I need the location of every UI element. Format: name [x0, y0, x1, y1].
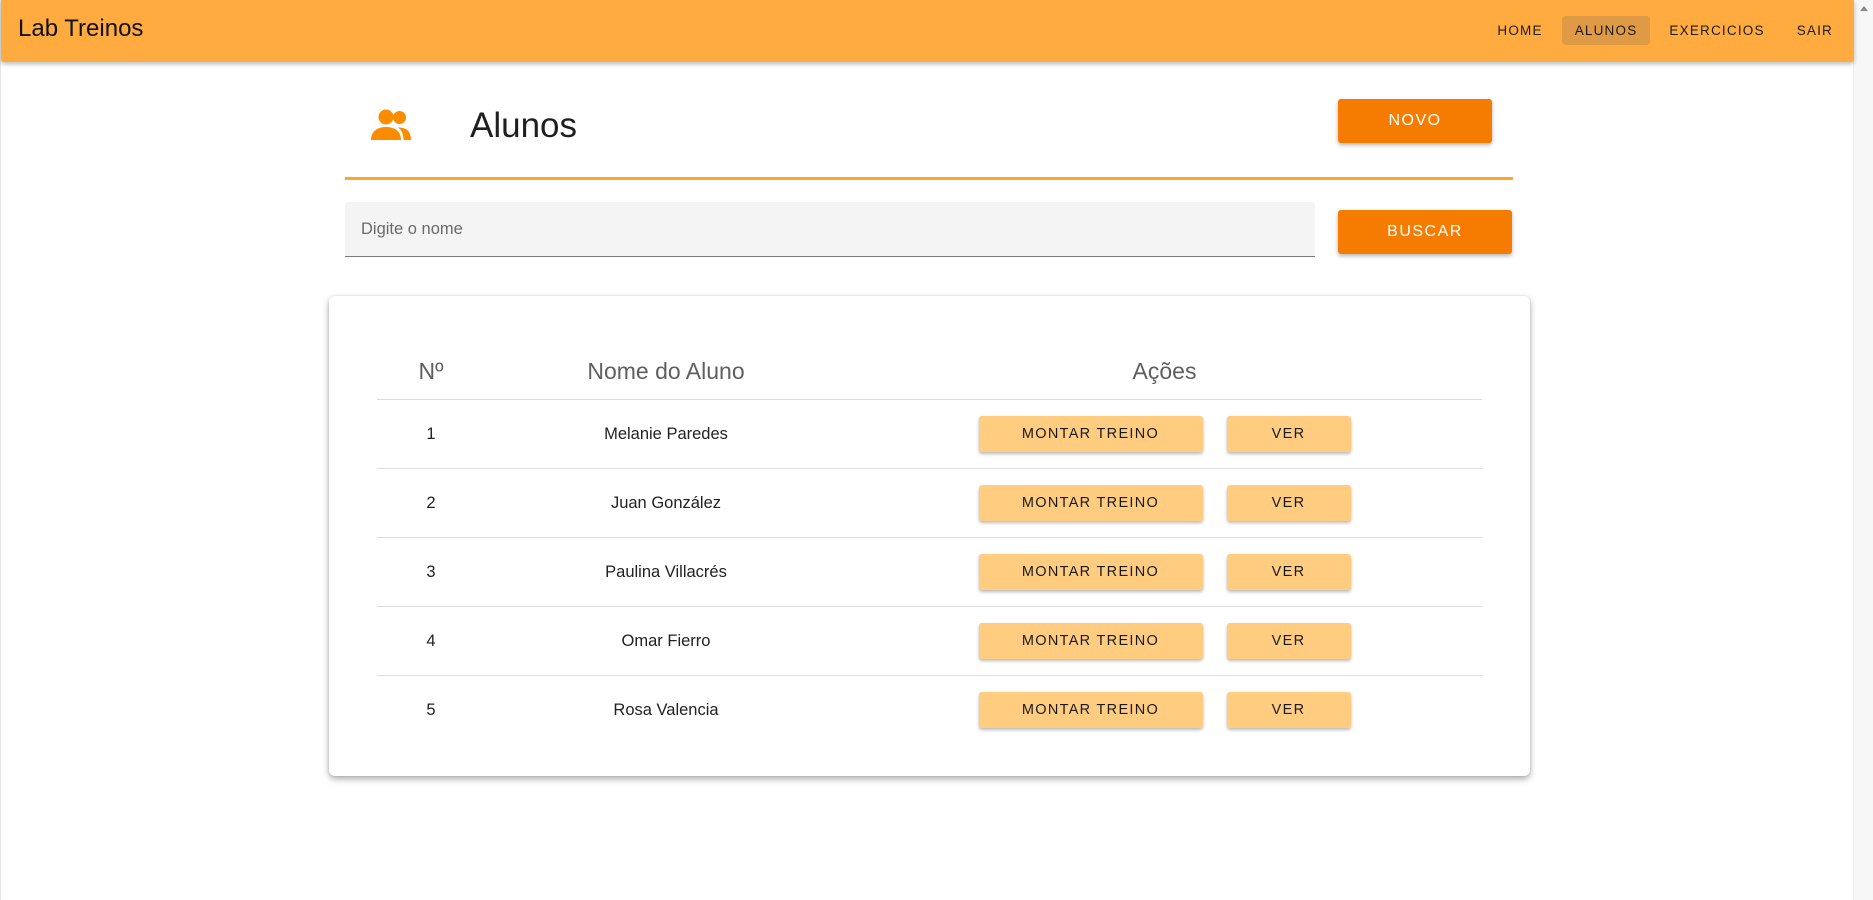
- view-button[interactable]: VER: [1226, 623, 1351, 659]
- row-actions: MONTAR TREINO VER: [847, 676, 1482, 745]
- search-field: [345, 202, 1315, 257]
- column-header-name: Nome do Aluno: [485, 344, 847, 400]
- row-actions: MONTAR TREINO VER: [847, 606, 1482, 676]
- view-button[interactable]: VER: [1226, 416, 1351, 452]
- app-bar: Lab Treinos HOME ALUNOS EXERCICIOS SAIR: [1, 0, 1854, 62]
- student-name: Omar Fierro: [485, 606, 847, 676]
- build-workout-button[interactable]: MONTAR TREINO: [978, 416, 1203, 452]
- table-row: 1 Melanie Paredes MONTAR TREINO VER: [377, 399, 1482, 469]
- students-card: Nº Nome do Aluno Ações 1 Melanie Paredes…: [329, 296, 1530, 776]
- build-workout-button[interactable]: MONTAR TREINO: [978, 485, 1203, 521]
- row-number: 1: [377, 399, 485, 469]
- table-header-row: Nº Nome do Aluno Ações: [377, 344, 1482, 400]
- table-row: 3 Paulina Villacrés MONTAR TREINO VER: [377, 537, 1482, 607]
- students-table: Nº Nome do Aluno Ações 1 Melanie Paredes…: [377, 344, 1482, 744]
- column-header-actions: Ações: [847, 344, 1482, 400]
- top-nav: HOME ALUNOS EXERCICIOS SAIR: [1484, 16, 1846, 45]
- page: Lab Treinos HOME ALUNOS EXERCICIOS SAIR …: [0, 0, 1854, 900]
- nav-sair[interactable]: SAIR: [1784, 16, 1846, 45]
- table-row: 5 Rosa Valencia MONTAR TREINO VER: [377, 676, 1482, 745]
- student-name: Paulina Villacrés: [485, 537, 847, 607]
- nav-alunos[interactable]: ALUNOS: [1561, 16, 1651, 45]
- row-actions: MONTAR TREINO VER: [847, 537, 1482, 607]
- row-actions: MONTAR TREINO VER: [847, 399, 1482, 469]
- column-header-number: Nº: [377, 344, 485, 400]
- view-button[interactable]: VER: [1226, 554, 1351, 590]
- build-workout-button[interactable]: MONTAR TREINO: [978, 692, 1203, 728]
- page-title: Alunos: [470, 106, 578, 145]
- row-number: 2: [377, 468, 485, 538]
- new-student-button[interactable]: NOVO: [1338, 99, 1492, 143]
- table-row: 4 Omar Fierro MONTAR TREINO VER: [377, 606, 1482, 676]
- row-number: 4: [377, 606, 485, 676]
- row-number: 3: [377, 537, 485, 607]
- table-row: 2 Juan González MONTAR TREINO VER: [377, 468, 1482, 538]
- search-input[interactable]: [345, 202, 1315, 256]
- nav-home[interactable]: HOME: [1484, 16, 1555, 45]
- row-number: 5: [426, 700, 436, 719]
- nav-exercicios[interactable]: EXERCICIOS: [1656, 16, 1777, 45]
- people-icon: [371, 108, 415, 142]
- build-workout-button[interactable]: MONTAR TREINO: [978, 554, 1203, 590]
- scroll-up-arrow-icon[interactable]: [1860, 6, 1868, 11]
- view-button[interactable]: VER: [1226, 485, 1351, 521]
- build-workout-button[interactable]: MONTAR TREINO: [978, 623, 1203, 659]
- row-actions: MONTAR TREINO VER: [847, 468, 1482, 538]
- brand-title[interactable]: Lab Treinos: [18, 15, 143, 43]
- student-name: Rosa Valencia: [613, 700, 719, 719]
- student-name: Melanie Paredes: [485, 399, 847, 469]
- search-button[interactable]: BUSCAR: [1338, 210, 1512, 254]
- view-button[interactable]: VER: [1226, 692, 1351, 728]
- student-name: Juan González: [485, 468, 847, 538]
- vertical-scrollbar[interactable]: [1853, 0, 1873, 900]
